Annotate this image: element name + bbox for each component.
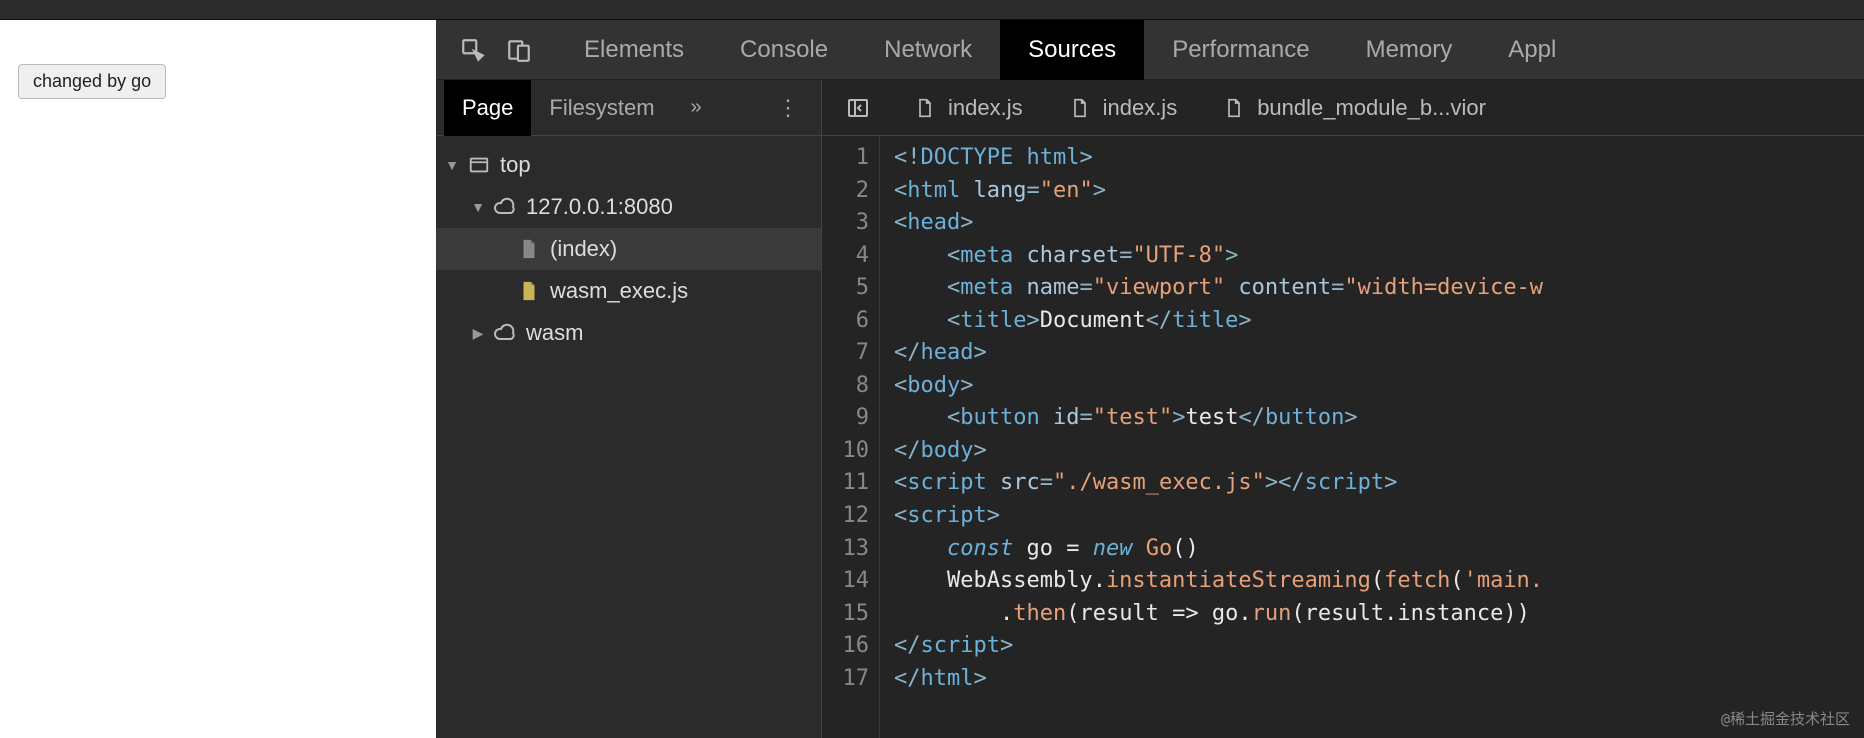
code-editor[interactable]: 1234567891011121314151617 <!DOCTYPE html… — [822, 136, 1864, 738]
tree-top-frame[interactable]: ▼ top — [436, 144, 821, 186]
main-area: changed by go ElementsConso — [0, 20, 1864, 738]
sidebar-tablist: PageFilesystem — [444, 80, 673, 136]
editor-tab-label: index.js — [948, 95, 1023, 121]
rendered-page: changed by go — [0, 20, 436, 738]
file-icon — [1067, 95, 1093, 121]
devtools-tab-network[interactable]: Network — [856, 20, 1000, 80]
file-icon — [516, 236, 542, 262]
line-gutter: 1234567891011121314151617 — [822, 136, 880, 738]
cloud-icon — [492, 320, 518, 346]
tree-label: 127.0.0.1:8080 — [526, 194, 673, 220]
devtools-tablist: ElementsConsoleNetworkSourcesPerformance… — [556, 20, 1584, 80]
devtools-tab-elements[interactable]: Elements — [556, 20, 712, 80]
inspect-element-icon[interactable] — [460, 37, 486, 63]
tree-label: wasm_exec.js — [550, 278, 688, 304]
more-options-icon[interactable]: ⋮ — [763, 95, 813, 121]
tree-wasm-folder[interactable]: ▶ wasm — [436, 312, 821, 354]
tree-arrow-icon: ▼ — [444, 157, 460, 173]
tree-arrow-icon: ▼ — [470, 199, 486, 215]
devtools-tab-performance[interactable]: Performance — [1144, 20, 1337, 80]
sidebar-tab-page[interactable]: Page — [444, 80, 531, 136]
watermark: @稀土掘金技术社区 — [1721, 708, 1850, 730]
cloud-icon — [492, 194, 518, 220]
sources-editor: index.js index.js bundle_module_b...vior 1… — [822, 80, 1864, 738]
file-icon — [912, 95, 938, 121]
editor-tab[interactable]: index.js — [1045, 80, 1200, 136]
js-file-icon — [516, 278, 542, 304]
tree-file-index[interactable]: (index) — [436, 228, 821, 270]
page-test-button[interactable]: changed by go — [18, 64, 166, 99]
file-icon — [1221, 95, 1247, 121]
devtools-toolbar — [436, 37, 556, 63]
file-tree: ▼ top ▼ 127.0.0.1:8080 — [436, 136, 821, 738]
sources-sidebar: PageFilesystem » ⋮ ▼ top ▼ — [436, 80, 822, 738]
editor-tab[interactable]: bundle_module_b...vior — [1199, 80, 1508, 136]
tree-arrow-icon: ▶ — [470, 325, 486, 341]
tree-label: (index) — [550, 236, 617, 262]
editor-tab-label: bundle_module_b...vior — [1257, 95, 1486, 121]
devtools-tab-memory[interactable]: Memory — [1338, 20, 1481, 80]
editor-tablist: index.js index.js bundle_module_b...vior — [890, 80, 1508, 136]
devtools-tab-sources[interactable]: Sources — [1000, 20, 1144, 80]
browser-topbar — [0, 0, 1864, 20]
code-content[interactable]: <!DOCTYPE html><html lang="en"><head> <m… — [880, 136, 1864, 738]
editor-tabbar: index.js index.js bundle_module_b...vior — [822, 80, 1864, 136]
sidebar-tabbar: PageFilesystem » ⋮ — [436, 80, 821, 136]
editor-tab[interactable]: index.js — [890, 80, 1045, 136]
window-icon — [466, 152, 492, 178]
overflow-chevrons-icon[interactable]: » — [673, 96, 720, 119]
device-toolbar-icon[interactable] — [506, 37, 532, 63]
tree-host[interactable]: ▼ 127.0.0.1:8080 — [436, 186, 821, 228]
devtools-body: PageFilesystem » ⋮ ▼ top ▼ — [436, 80, 1864, 738]
tree-label: top — [500, 152, 531, 178]
tree-file-wasm-exec[interactable]: wasm_exec.js — [436, 270, 821, 312]
devtools-panel: ElementsConsoleNetworkSourcesPerformance… — [436, 20, 1864, 738]
devtools-tabbar: ElementsConsoleNetworkSourcesPerformance… — [436, 20, 1864, 80]
sidebar-tab-filesystem[interactable]: Filesystem — [531, 80, 672, 136]
devtools-tab-appl[interactable]: Appl — [1480, 20, 1584, 80]
toggle-navigator-icon[interactable] — [832, 96, 884, 120]
devtools-tab-console[interactable]: Console — [712, 20, 856, 80]
editor-tab-label: index.js — [1103, 95, 1178, 121]
tree-label: wasm — [526, 320, 583, 346]
